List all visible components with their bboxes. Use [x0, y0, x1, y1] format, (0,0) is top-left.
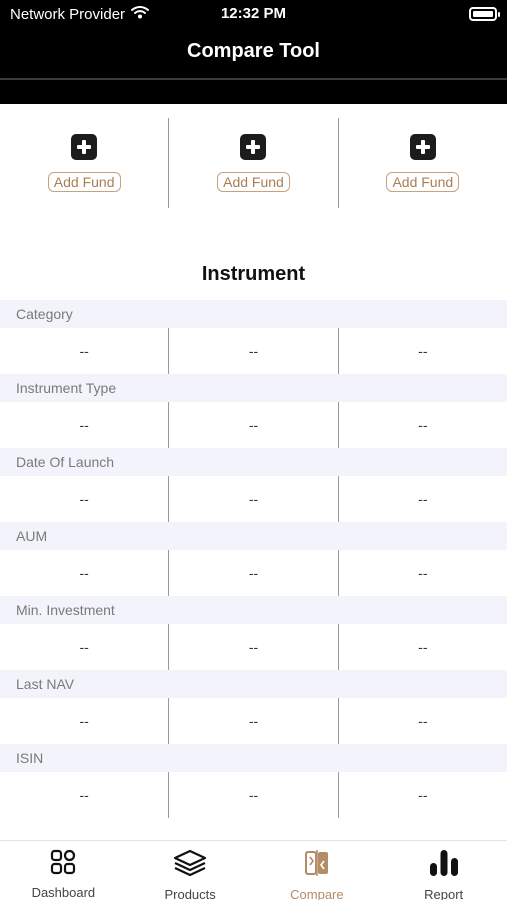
- add-fund-plus-icon[interactable]: [71, 134, 98, 160]
- fund-slot-1: Add Fund: [0, 118, 170, 208]
- row-value: --: [418, 639, 428, 655]
- row-value: --: [0, 624, 170, 670]
- tab-products[interactable]: Products: [127, 841, 254, 900]
- row-last-nav: Last NAV -- -- --: [0, 670, 507, 744]
- row-value: --: [418, 713, 428, 729]
- fund-slots: Add Fund Add Fund Add Fund: [0, 118, 507, 208]
- row-instrument-type: Instrument Type -- -- --: [0, 374, 507, 448]
- add-fund-plus-icon[interactable]: [409, 134, 436, 160]
- tab-report[interactable]: Report: [380, 841, 507, 900]
- row-label: Last NAV: [0, 670, 507, 698]
- row-value: --: [0, 328, 170, 374]
- tab-label: Report: [424, 887, 464, 900]
- row-aum: AUM -- -- --: [0, 522, 507, 596]
- add-fund-button[interactable]: Add Fund: [217, 172, 290, 192]
- row-value: --: [0, 550, 170, 596]
- row-value: --: [418, 787, 428, 803]
- compare-icon: [304, 849, 330, 882]
- row-label: AUM: [0, 522, 507, 550]
- status-time: 12:32 PM: [220, 5, 287, 22]
- battery-icon: [469, 7, 500, 21]
- section-title: Instrument: [201, 263, 306, 285]
- tab-label: Compare: [290, 887, 344, 900]
- fund-slot-2: Add Fund: [169, 118, 339, 208]
- row-label: Min. Investment: [0, 596, 507, 624]
- row-value: --: [418, 417, 428, 433]
- header: Network Provider 12:32 PM Compare Tool: [0, 0, 507, 104]
- row-value: --: [169, 328, 339, 374]
- tab-dashboard[interactable]: Dashboard: [0, 841, 127, 900]
- row-value: --: [418, 491, 428, 507]
- bar-chart-icon: [428, 849, 460, 882]
- row-value: --: [169, 624, 339, 670]
- row-value: --: [0, 698, 170, 744]
- row-value: --: [418, 343, 428, 359]
- row-label: Instrument Type: [0, 374, 507, 402]
- header-divider: [0, 78, 507, 80]
- tab-bar: Dashboard Products Compare Report: [0, 840, 507, 900]
- layers-stack-icon: [173, 849, 207, 882]
- tab-label: Products: [164, 887, 216, 900]
- add-fund-button[interactable]: Add Fund: [47, 172, 121, 192]
- row-category: Category -- -- --: [0, 300, 507, 374]
- row-value: --: [169, 476, 339, 522]
- add-fund-plus-icon[interactable]: [240, 134, 267, 160]
- row-label: Date Of Launch: [0, 448, 507, 476]
- row-date-of-launch: Date Of Launch -- -- --: [0, 448, 507, 522]
- row-value: --: [0, 772, 170, 818]
- row-value: --: [169, 402, 339, 448]
- fund-slot-3: Add Fund: [339, 118, 507, 208]
- row-value: --: [418, 565, 428, 581]
- dashboard-grid-icon: [50, 849, 76, 880]
- tab-compare[interactable]: Compare: [254, 841, 381, 900]
- row-value: --: [0, 476, 170, 522]
- tab-label: Dashboard: [31, 885, 96, 900]
- comparison-table: Category -- -- -- Instrument Type -- -- …: [0, 300, 507, 818]
- row-label: Category: [0, 300, 507, 328]
- row-value: --: [169, 550, 339, 596]
- status-bar: Network Provider 12:32 PM: [0, 0, 507, 28]
- add-fund-button[interactable]: Add Fund: [386, 172, 460, 192]
- row-value: --: [169, 698, 339, 744]
- row-min-investment: Min. Investment -- -- --: [0, 596, 507, 670]
- row-label: ISIN: [0, 744, 507, 772]
- row-value: --: [169, 772, 339, 818]
- page-title: Compare Tool: [187, 40, 320, 62]
- row-value: --: [0, 402, 170, 448]
- row-isin: ISIN -- -- --: [0, 744, 507, 818]
